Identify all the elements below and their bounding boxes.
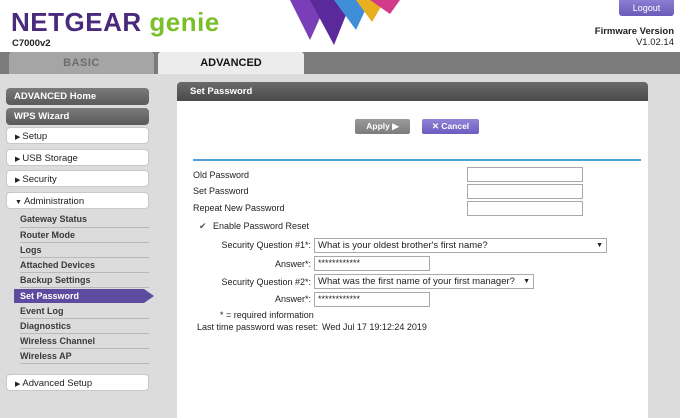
tab-bar: BASIC ADVANCED bbox=[0, 52, 680, 74]
security-question-2-value: What was the first name of your first ma… bbox=[318, 276, 515, 287]
firmware-version-value: V1.02.14 bbox=[635, 37, 674, 48]
chevron-down-icon: ▼ bbox=[596, 242, 603, 249]
required-info-note: * = required information bbox=[220, 310, 314, 320]
enable-password-reset-label: Enable Password Reset bbox=[213, 221, 310, 231]
security-question-2-select[interactable]: What was the first name of your first ma… bbox=[314, 274, 534, 289]
answer-1-input[interactable]: ************ bbox=[314, 256, 430, 271]
new-password-input[interactable] bbox=[467, 184, 583, 199]
active-nav-arrow bbox=[144, 289, 154, 303]
cancel-button[interactable]: ✕ Cancel bbox=[422, 119, 479, 134]
security-question-1-label: Security Question #1*: bbox=[221, 240, 311, 250]
sidebar-subitem-diagnostics[interactable]: Diagnostics bbox=[20, 319, 71, 333]
tab-basic[interactable]: BASIC bbox=[9, 52, 154, 74]
chevron-right-icon: ▶ bbox=[15, 134, 21, 141]
sidebar-item-usb-storage[interactable]: ▶ USB Storage bbox=[6, 149, 149, 166]
chevron-right-icon: ▶ bbox=[15, 381, 21, 388]
sidebar-subitem-backup-settings[interactable]: Backup Settings bbox=[20, 273, 91, 287]
apply-button[interactable]: Apply ▶ bbox=[355, 119, 410, 134]
answer-1-label: Answer*: bbox=[274, 259, 311, 269]
answer-2-input[interactable]: ************ bbox=[314, 292, 430, 307]
divider bbox=[20, 287, 149, 288]
repeat-password-input[interactable] bbox=[467, 201, 583, 216]
chevron-right-icon: ▶ bbox=[15, 156, 21, 163]
sidebar-item-advanced-setup[interactable]: ▶ Advanced Setup bbox=[6, 374, 149, 391]
logout-button[interactable]: Logout bbox=[619, 0, 674, 16]
sidebar-subitem-attached-devices[interactable]: Attached Devices bbox=[20, 258, 95, 272]
model-name: C7000v2 bbox=[12, 38, 51, 49]
chevron-down-icon: ▼ bbox=[523, 278, 530, 285]
answer-2-label: Answer*: bbox=[274, 294, 311, 304]
sidebar-item-advanced-home[interactable]: ADVANCED Home bbox=[6, 88, 149, 105]
decorative-triangles-graphic bbox=[290, 0, 400, 45]
netgear-genie-logo: NETGEAR genie bbox=[11, 7, 220, 37]
sidebar-subitem-gateway-status[interactable]: Gateway Status bbox=[20, 212, 87, 226]
enable-password-reset-checkbox[interactable]: ✔ bbox=[199, 222, 208, 231]
security-question-2-label: Security Question #2*: bbox=[221, 277, 311, 287]
header: NETGEAR genie C7000v2 Logout Firmware Ve… bbox=[0, 0, 680, 52]
sidebar-item-label: Administration bbox=[23, 196, 85, 207]
sidebar-item-label: Setup bbox=[22, 131, 48, 142]
sidebar-subitem-set-password[interactable]: Set Password bbox=[20, 289, 79, 303]
brand-name: NETGEAR bbox=[11, 7, 142, 37]
repeat-password-label: Repeat New Password bbox=[193, 203, 285, 213]
sidebar-item-label: Advanced Setup bbox=[22, 378, 93, 389]
old-password-input[interactable] bbox=[467, 167, 583, 182]
sidebar-subitem-wireless-ap[interactable]: Wireless AP bbox=[20, 349, 72, 363]
panel-title: Set Password bbox=[177, 82, 648, 101]
set-password-panel: Set Password Apply ▶ ✕ Cancel Old Passwo… bbox=[177, 82, 648, 418]
firmware-version-label: Firmware Version bbox=[594, 26, 674, 37]
security-question-1-select[interactable]: What is your oldest brother's first name… bbox=[314, 238, 607, 253]
sidebar-subitem-logs[interactable]: Logs bbox=[20, 243, 42, 257]
old-password-label: Old Password bbox=[193, 170, 250, 180]
sidebar-item-label: USB Storage bbox=[22, 153, 78, 164]
sidebar-item-setup[interactable]: ▶ Setup bbox=[6, 127, 149, 144]
divider bbox=[20, 363, 149, 364]
sidebar-item-administration[interactable]: ▼ Administration bbox=[6, 192, 149, 209]
section-divider bbox=[193, 159, 641, 161]
product-name: genie bbox=[141, 7, 220, 37]
sidebar-item-label: Security bbox=[22, 174, 57, 185]
sidebar-subitem-wireless-channel[interactable]: Wireless Channel bbox=[20, 334, 95, 348]
last-reset-value: Wed Jul 17 19:12:24 2019 bbox=[322, 322, 427, 332]
tab-advanced[interactable]: ADVANCED bbox=[158, 52, 304, 74]
set-password-label: Set Password bbox=[193, 186, 249, 196]
sidebar-item-security[interactable]: ▶ Security bbox=[6, 170, 149, 187]
sidebar-subitem-router-mode[interactable]: Router Mode bbox=[20, 228, 75, 242]
security-question-1-value: What is your oldest brother's first name… bbox=[318, 240, 488, 251]
chevron-right-icon: ▶ bbox=[15, 177, 21, 184]
sidebar-subitem-event-log[interactable]: Event Log bbox=[20, 304, 64, 318]
sidebar-item-wps-wizard[interactable]: WPS Wizard bbox=[6, 108, 149, 125]
last-reset-label: Last time password was reset: bbox=[197, 322, 319, 332]
chevron-down-icon: ▼ bbox=[15, 199, 22, 206]
